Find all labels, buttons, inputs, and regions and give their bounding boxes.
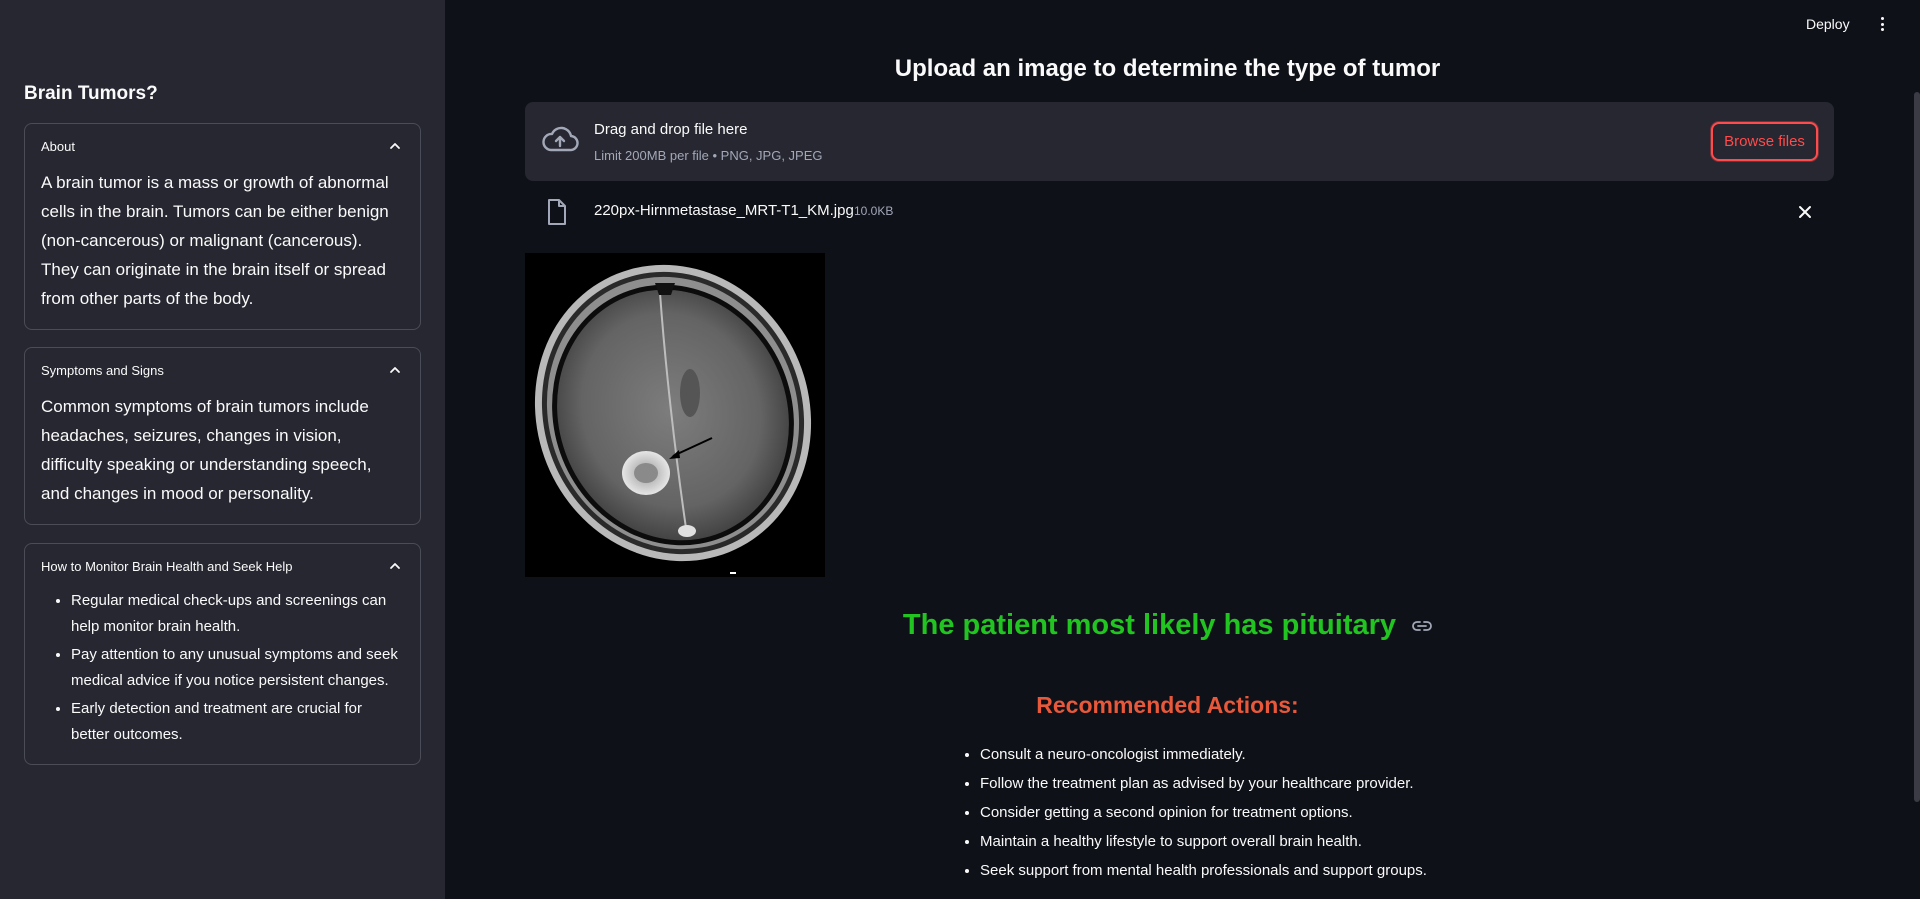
uploaded-file-row: 220px-Hirnmetastase_MRT-T1_KM.jpg 10.0KB (525, 196, 1834, 228)
expander-about-body: A brain tumor is a mass or growth of abn… (41, 173, 389, 308)
file-icon (548, 199, 566, 225)
recommended-list: Consult a neuro-oncologist immediately. … (956, 740, 1556, 885)
browse-files-button[interactable]: Browse files (1711, 122, 1818, 161)
file-dropzone[interactable]: Drag and drop file here Limit 200MB per … (525, 102, 1834, 181)
recommended-title: Recommended Actions: (1036, 692, 1299, 718)
mri-scan-graphic (525, 253, 825, 577)
scrollbar[interactable] (1914, 92, 1920, 802)
expander-symptoms-body: Common symptoms of brain tumors include … (41, 397, 372, 503)
expander-monitor: How to Monitor Brain Health and Seek Hel… (24, 543, 421, 765)
list-item: Early detection and treatment are crucia… (71, 696, 404, 748)
prediction-text: The patient most likely has pituitary (902, 609, 1397, 641)
list-item: Consult a neuro-oncologist immediately. (980, 740, 1556, 769)
cloud-upload-icon (542, 126, 579, 152)
chevron-up-icon (390, 143, 400, 149)
page-title: Upload an image to determine the type of… (894, 55, 1441, 82)
list-item: Pay attention to any unusual symptoms an… (71, 642, 404, 694)
link-icon[interactable] (1412, 620, 1432, 632)
expander-monitor-header[interactable]: How to Monitor Brain Health and Seek Hel… (25, 544, 420, 588)
list-item: Regular medical check-ups and screenings… (71, 588, 404, 640)
sidebar: Brain Tumors? About A brain tumor is a m… (0, 0, 445, 899)
mri-scan-image (525, 253, 825, 577)
expander-symptoms-header[interactable]: Symptoms and Signs (25, 348, 420, 392)
expander-symptoms: Symptoms and Signs Common symptoms of br… (24, 347, 421, 525)
expander-symptoms-label: Symptoms and Signs (41, 362, 164, 378)
dropzone-title: Drag and drop file here (594, 121, 748, 138)
list-item: Seek support from mental health professi… (980, 856, 1556, 885)
deploy-button[interactable]: Deploy (1800, 14, 1856, 34)
file-size: 10.0KB (854, 204, 894, 218)
sidebar-title: Brain Tumors? (24, 83, 158, 104)
close-icon[interactable] (1797, 204, 1813, 220)
list-item: Consider getting a second opinion for tr… (980, 798, 1556, 827)
monitor-list: Regular medical check-ups and screenings… (25, 588, 420, 764)
expander-monitor-label: How to Monitor Brain Health and Seek Hel… (41, 558, 293, 574)
dropzone-subtitle: Limit 200MB per file • PNG, JPG, JPEG (594, 148, 823, 163)
more-menu-icon[interactable] (1874, 14, 1890, 34)
chevron-up-icon (390, 563, 400, 569)
list-item: Follow the treatment plan as advised by … (980, 769, 1556, 798)
expander-about: About A brain tumor is a mass or growth … (24, 123, 421, 330)
prediction-result: The patient most likely has pituitary (525, 609, 1810, 642)
chevron-up-icon (390, 367, 400, 373)
expander-about-label: About (41, 138, 75, 154)
expander-about-header[interactable]: About (25, 124, 420, 168)
list-item: Maintain a healthy lifestyle to support … (980, 827, 1556, 856)
file-name: 220px-Hirnmetastase_MRT-T1_KM.jpg (594, 202, 854, 219)
